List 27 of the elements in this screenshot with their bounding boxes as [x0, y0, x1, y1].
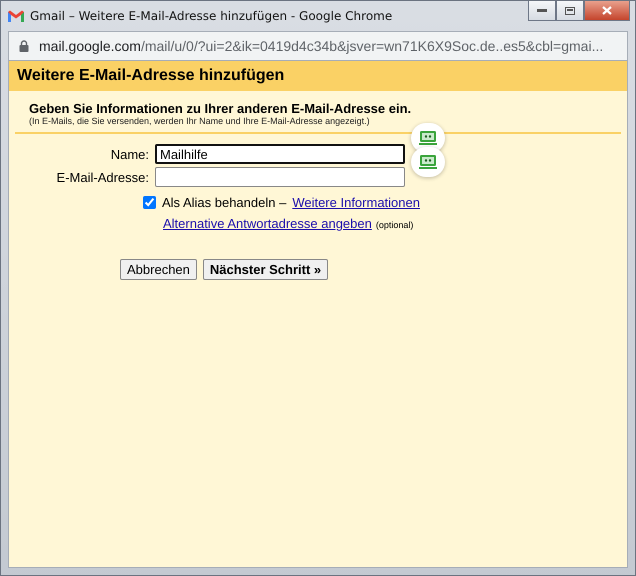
url-text: mail.google.com/mail/u/0/?ui=2&ik=0419d4c34b&jsver=wn71K6X9Soc.de..es5&cbl=gmai... [39, 38, 604, 54]
minimize-button[interactable] [528, 1, 556, 21]
next-step-button[interactable]: Nächster Schritt » [202, 259, 328, 280]
text-field[interactable] [155, 167, 405, 187]
robot-icon[interactable] [419, 155, 437, 169]
field-label: E-Mail-Adresse: [56, 170, 149, 184]
close-icon [602, 6, 612, 15]
mail-logo-icon [8, 10, 24, 22]
maximize-icon [565, 6, 575, 14]
minimize-icon [537, 9, 547, 12]
field-label: Name: [110, 146, 149, 162]
window-title: Gmail – Weitere E-Mail-Adresse hinzufügen - Google Chrome [30, 9, 392, 23]
close-button[interactable] [584, 1, 630, 21]
lock-icon [19, 40, 29, 52]
text-field[interactable]: Mailhilfe [155, 144, 405, 164]
robot-icon[interactable] [419, 131, 437, 145]
alias-label: Als Alias behandeln – [162, 195, 286, 210]
more-info-link[interactable]: Weitere Informationen [292, 195, 420, 210]
optional-note: (optional) [376, 220, 414, 230]
address-bar[interactable]: mail.google.com/mail/u/0/?ui=2&ik=0419d4c34b&jsver=wn71K6X9Soc.de..es5&cbl=gmai... [8, 31, 628, 61]
dialog-title: Weitere E-Mail-Adresse hinzufügen [9, 61, 627, 91]
alias-checkbox[interactable] [143, 196, 156, 209]
dialog-subheading: (In E-Mails, die Sie versenden, werden Ihr Name und Ihre E-Mail-Adresse angezeigt.) [29, 116, 371, 126]
reply-address-link[interactable]: Alternative Antwortadresse angeben [163, 216, 372, 231]
dialog-heading: Geben Sie Informationen zu Ihrer anderen E-Mail-Adresse ein. [29, 101, 412, 116]
cancel-button[interactable]: Abbrechen [120, 259, 197, 280]
maximize-button[interactable] [556, 1, 584, 21]
